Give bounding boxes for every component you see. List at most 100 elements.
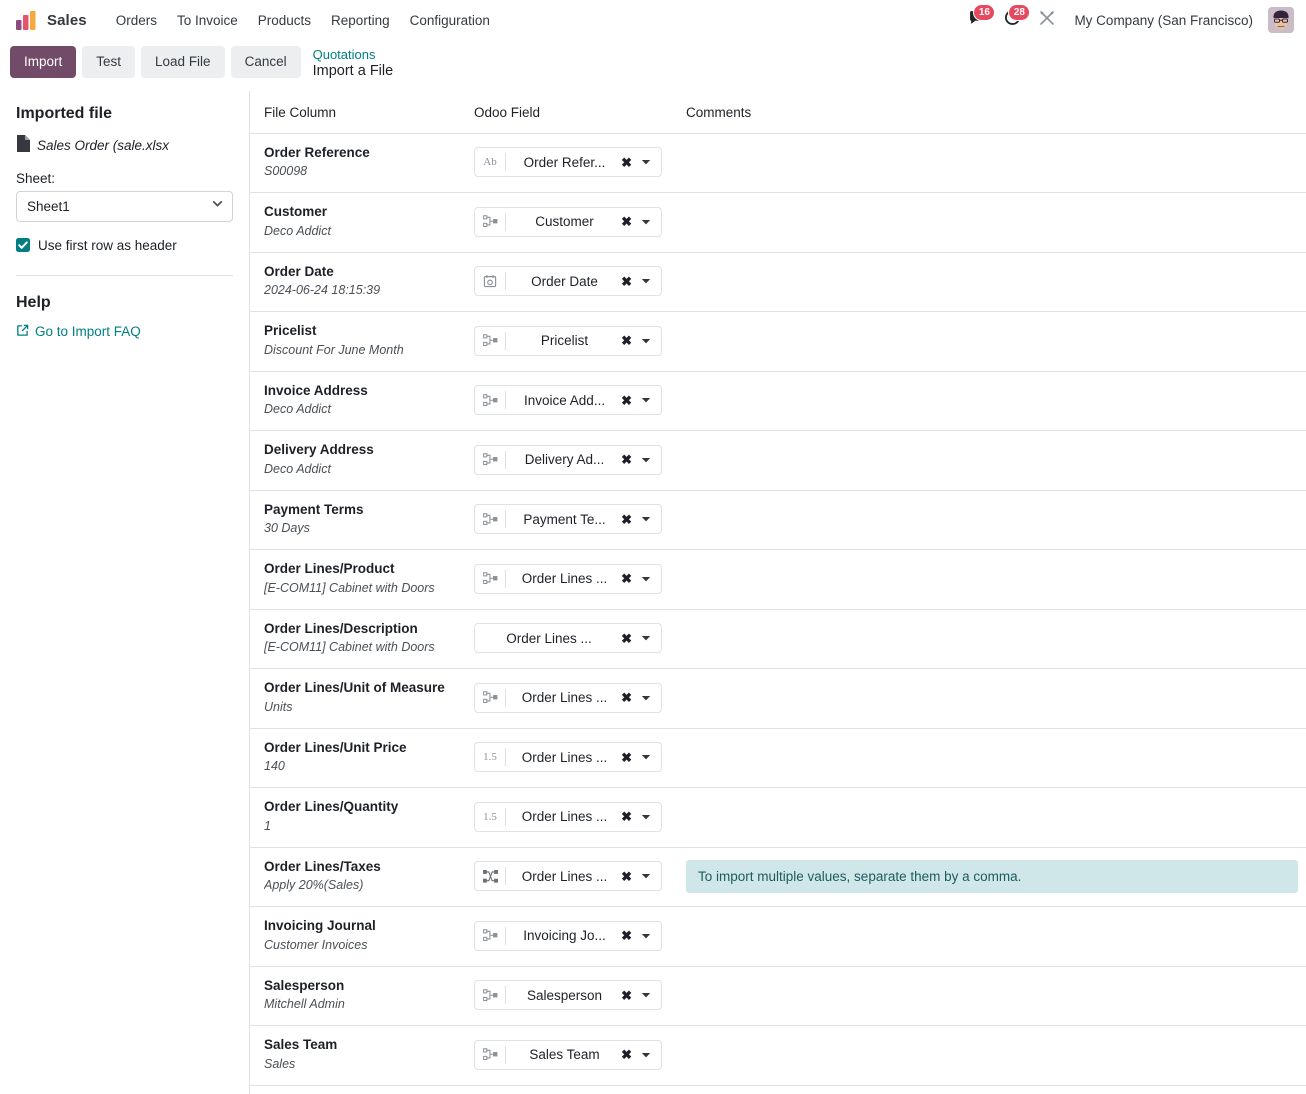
field-mapping-select[interactable]: Order Date ✖ (474, 266, 662, 297)
field-mapping-select[interactable]: Invoicing Jo... ✖ (474, 920, 662, 951)
chevron-down-icon[interactable] (639, 514, 661, 524)
test-button[interactable]: Test (82, 46, 136, 79)
file-column-cell: Order Lines/Unit of Measure Units (250, 668, 460, 729)
company-switcher[interactable]: My Company (San Francisco) (1066, 8, 1261, 33)
relation-many2one-icon (475, 391, 506, 410)
clear-field-icon[interactable]: ✖ (619, 572, 639, 585)
cancel-button[interactable]: Cancel (230, 46, 301, 79)
clear-field-icon[interactable]: ✖ (619, 394, 639, 407)
file-column-sample: [E-COM11] Cabinet with Doors (264, 640, 435, 655)
sheet-select[interactable]: Sheet1 (16, 190, 233, 222)
field-mapping-select[interactable]: Salesperson ✖ (474, 980, 662, 1011)
field-mapping-select[interactable]: 1.5 Order Lines ... ✖ (474, 801, 662, 832)
import-faq-link[interactable]: Go to Import FAQ (16, 324, 141, 340)
messages-button[interactable]: 16 (962, 4, 996, 35)
float-number-icon: 1.5 (475, 807, 506, 826)
chevron-down-icon[interactable] (639, 990, 661, 1000)
imported-file-title: Imported file (16, 104, 113, 122)
table-row: Sales Team Sales Sales Team ✖ (250, 1025, 1306, 1086)
field-mapping-select[interactable]: Payment Te... ✖ (474, 504, 662, 535)
comments-cell (672, 490, 1306, 551)
chevron-down-icon[interactable] (639, 157, 661, 167)
first-row-header-row[interactable]: Use first row as header (16, 238, 233, 253)
clear-field-icon[interactable]: ✖ (619, 929, 639, 942)
menu-item-to-invoice[interactable]: To Invoice (168, 8, 247, 33)
menu-item-products[interactable]: Products (249, 8, 320, 33)
field-mapping-select[interactable]: Sales Team ✖ (474, 1039, 662, 1070)
clear-field-icon[interactable]: ✖ (619, 275, 639, 288)
field-mapping-select[interactable]: Pricelist ✖ (474, 325, 662, 356)
table-row: Invoicing Journal Customer Invoices Invoic… (250, 906, 1306, 967)
field-mapping-select[interactable]: Delivery Ad... ✖ (474, 444, 662, 475)
table-body: Order Reference S00098 Ab Order Refer... ✖ Cu… (250, 133, 1306, 1086)
clear-field-icon[interactable]: ✖ (619, 870, 639, 883)
file-column-name: Order Lines/Description (264, 620, 418, 636)
chevron-down-icon[interactable] (639, 336, 661, 346)
debug-menu-button[interactable] (1032, 6, 1062, 35)
file-column-cell: Delivery Address Deco Addict (250, 430, 460, 491)
app-brand[interactable]: Sales (10, 10, 93, 30)
clear-field-icon[interactable]: ✖ (619, 453, 639, 466)
main-menu: Orders To Invoice Products Reporting Con… (107, 8, 499, 33)
field-mapping-select[interactable]: Order Lines ... ✖ (474, 861, 662, 892)
menu-item-orders[interactable]: Orders (107, 8, 166, 33)
chevron-down-icon[interactable] (639, 217, 661, 227)
relation-many2one-icon (475, 926, 506, 945)
file-column-name: Invoicing Journal (264, 918, 376, 934)
load-file-button[interactable]: Load File (141, 46, 225, 79)
clear-field-icon[interactable]: ✖ (619, 691, 639, 704)
field-mapping-select[interactable]: Customer ✖ (474, 206, 662, 237)
chevron-down-icon[interactable] (639, 752, 661, 762)
chevron-down-icon[interactable] (639, 693, 661, 703)
clear-field-icon[interactable]: ✖ (619, 156, 639, 169)
odoo-field-cell: Customer ✖ (460, 192, 672, 253)
clear-field-icon[interactable]: ✖ (619, 751, 639, 764)
activities-button[interactable]: 28 (997, 4, 1031, 35)
chevron-down-icon[interactable] (639, 871, 661, 881)
clear-field-icon[interactable]: ✖ (619, 215, 639, 228)
relation-many2one-icon (475, 510, 506, 529)
relation-many2one-icon (475, 688, 506, 707)
field-mapping-select[interactable]: Ab Order Refer... ✖ (474, 147, 662, 178)
menu-item-reporting[interactable]: Reporting (322, 8, 399, 33)
import-button[interactable]: Import (10, 46, 77, 79)
table-row: Customer Deco Addict Customer ✖ (250, 192, 1306, 253)
chevron-down-icon[interactable] (639, 1050, 661, 1060)
clear-field-icon[interactable]: ✖ (619, 810, 639, 823)
odoo-field-cell: Salesperson ✖ (460, 966, 672, 1027)
chevron-down-icon[interactable] (639, 574, 661, 584)
avatar[interactable] (1268, 7, 1294, 33)
table-row: Order Lines/Quantity 1 1.5 Order Lines ... ✖ (250, 787, 1306, 848)
sheet-label: Sheet: (16, 170, 56, 186)
file-column-cell: Order Lines/Product [E-COM11] Cabinet wit… (250, 549, 460, 610)
clear-field-icon[interactable]: ✖ (619, 1048, 639, 1061)
clear-field-icon[interactable]: ✖ (619, 513, 639, 526)
field-mapping-label: Salesperson (527, 987, 603, 1003)
field-mapping-select[interactable]: Order Lines ... ✖ (474, 563, 662, 594)
chevron-down-icon[interactable] (639, 276, 661, 286)
menu-item-configuration[interactable]: Configuration (401, 8, 499, 33)
clear-field-icon[interactable]: ✖ (619, 632, 639, 645)
float-number-icon: 1.5 (475, 748, 506, 767)
first-row-header-label[interactable]: Use first row as header (38, 238, 177, 253)
file-column-cell: Order Reference S00098 (250, 133, 460, 194)
file-column-cell: Pricelist Discount For June Month (250, 311, 460, 372)
file-column-sample: Mitchell Admin (264, 997, 345, 1012)
field-mapping-select[interactable]: Order Lines ... ✖ (474, 682, 662, 713)
field-mapping-select[interactable]: Order Lines ... ✖ (474, 623, 662, 654)
clear-field-icon[interactable]: ✖ (619, 989, 639, 1002)
file-column-cell: Order Lines/Quantity 1 (250, 787, 460, 848)
table-row: Order Lines/Product [E-COM11] Cabinet wit… (250, 549, 1306, 610)
breadcrumb-quotations[interactable]: Quotations (313, 47, 394, 63)
table-head: File Column Odoo Field Comments (250, 90, 1306, 134)
chevron-down-icon[interactable] (639, 455, 661, 465)
clear-field-icon[interactable]: ✖ (619, 334, 639, 347)
chevron-down-icon[interactable] (639, 633, 661, 643)
file-column-cell: Sales Team Sales (250, 1025, 460, 1086)
field-mapping-select[interactable]: 1.5 Order Lines ... ✖ (474, 742, 662, 773)
chevron-down-icon[interactable] (639, 395, 661, 405)
chevron-down-icon[interactable] (639, 812, 661, 822)
field-mapping-select[interactable]: Invoice Add... ✖ (474, 385, 662, 416)
first-row-header-checkbox[interactable] (16, 238, 30, 253)
chevron-down-icon[interactable] (639, 931, 661, 941)
